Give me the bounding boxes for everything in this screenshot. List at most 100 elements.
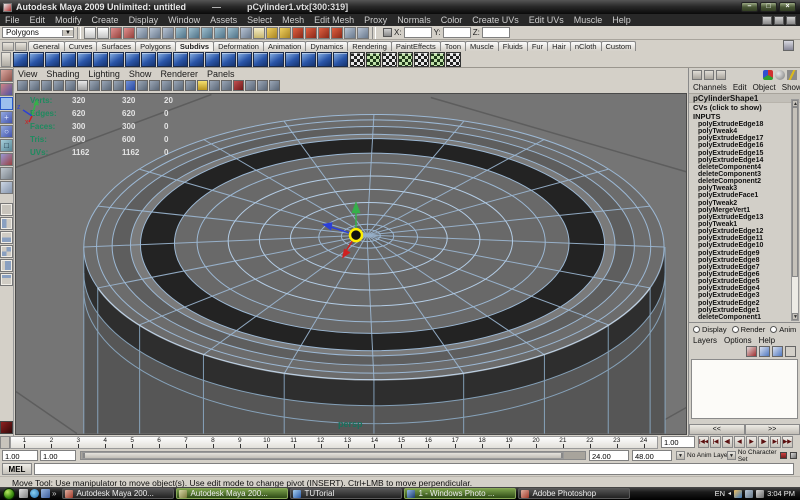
current-time-field[interactable]: 1.00 <box>661 436 695 448</box>
scroll-down-icon[interactable]: ▼ <box>792 313 798 320</box>
layer-menu-item[interactable]: Help <box>759 336 775 345</box>
rotate-tool[interactable]: ○ <box>0 125 13 138</box>
internet-explorer-icon[interactable] <box>41 489 50 498</box>
absolute-relative-toggle-icon[interactable] <box>383 28 392 37</box>
edit-layer-icon[interactable] <box>746 346 757 357</box>
two-pane-stacked-layout[interactable] <box>0 231 13 244</box>
textured-icon[interactable] <box>137 80 148 91</box>
history-node[interactable]: deleteComponent1 <box>689 314 791 321</box>
select-object-icon[interactable] <box>136 27 148 39</box>
history-node[interactable]: polyExtrudeEdge12 <box>689 228 791 235</box>
history-node[interactable]: polyExtrudeEdge15 <box>689 150 791 157</box>
panel-menu-item[interactable]: Panels <box>207 69 235 79</box>
shelf-menu-icon[interactable] <box>2 42 14 51</box>
poly-plane-icon[interactable] <box>77 52 92 67</box>
poly-soccer-ball-icon[interactable] <box>173 52 188 67</box>
render-flag-icon-4[interactable] <box>398 52 413 67</box>
channel-box-menu-item[interactable]: Edit <box>733 83 747 92</box>
new-layer-assign-icon[interactable] <box>785 346 796 357</box>
playback-start-field[interactable]: 1.00 <box>40 450 76 461</box>
quick-launch-chevron[interactable]: » <box>52 489 56 498</box>
shadows-icon[interactable] <box>161 80 172 91</box>
playback-end-field[interactable]: 24.00 <box>589 450 629 461</box>
image-plane-icon[interactable] <box>65 80 76 91</box>
shelf-tab[interactable]: Deformation <box>213 41 264 51</box>
frame-cell[interactable]: 1 <box>11 437 38 448</box>
history-node[interactable]: polyExtrudeEdge7 <box>689 264 791 271</box>
layer-mode-radio[interactable]: Display <box>693 325 727 334</box>
menu-item[interactable]: Color <box>436 15 468 25</box>
go-to-end-button[interactable]: ▶▶| <box>782 436 793 448</box>
menu-item[interactable]: Normals <box>392 15 436 25</box>
menu-item[interactable]: Edit Mesh <box>309 15 359 25</box>
poly-bridge-icon[interactable] <box>237 52 252 67</box>
taskbar-button[interactable]: Adobe Photoshop <box>518 488 630 499</box>
four-pane-layout[interactable] <box>0 245 13 258</box>
poly-helix-icon[interactable] <box>157 52 172 67</box>
poly-pipe-icon[interactable] <box>141 52 156 67</box>
bounding-box-icon[interactable] <box>125 80 136 91</box>
shelf-tab[interactable]: Hair <box>547 41 571 51</box>
character-set-dropdown[interactable]: ▼No Character Set <box>727 450 787 461</box>
history-node[interactable]: polyExtrudeEdge2 <box>689 300 791 307</box>
poly-reduce-icon[interactable] <box>333 52 348 67</box>
manip-colors-icon[interactable] <box>763 70 773 80</box>
poly-bevel-icon[interactable] <box>221 52 236 67</box>
history-node[interactable]: deleteComponent4 <box>689 164 791 171</box>
step-back-key-button[interactable]: ◀| <box>722 436 733 448</box>
new-empty-layer-icon[interactable] <box>772 346 783 357</box>
two-sided-lighting-icon[interactable] <box>77 80 88 91</box>
play-backwards-button[interactable]: ◀ <box>734 436 745 448</box>
shelf-tab[interactable]: Subdivs <box>175 41 214 51</box>
taskbar-button[interactable]: Autodesk Maya 200... <box>176 488 288 499</box>
frame-cell[interactable]: 4 <box>92 437 119 448</box>
highlight-selection-icon[interactable] <box>292 27 304 39</box>
poly-smooth-icon[interactable] <box>285 52 300 67</box>
save-scene-icon[interactable] <box>110 27 122 39</box>
snap-projected-center-icon[interactable] <box>201 27 213 39</box>
render-flag-icon-6[interactable] <box>430 52 445 67</box>
frame-cell[interactable]: 7 <box>173 437 200 448</box>
history-node[interactable]: polyTweak2 <box>689 200 791 207</box>
paint-select-tool[interactable] <box>0 97 13 110</box>
open-scene-icon[interactable] <box>97 27 109 39</box>
shelf-tab[interactable]: General <box>28 41 65 51</box>
render-flag-icon-7[interactable] <box>446 52 461 67</box>
panel-menu-item[interactable]: Renderer <box>160 69 198 79</box>
shelf-tab[interactable]: nCloth <box>570 41 602 51</box>
shelf-tab[interactable]: Surfaces <box>96 41 136 51</box>
frame-cell[interactable]: 17 <box>442 437 469 448</box>
frame-cell[interactable]: 6 <box>146 437 173 448</box>
universal-manipulator-tool[interactable] <box>0 153 13 166</box>
time-slider-cap[interactable] <box>0 436 10 449</box>
frame-cell[interactable]: 19 <box>496 437 523 448</box>
grease-pencil-icon[interactable] <box>269 80 280 91</box>
lasso-select-tool[interactable] <box>0 83 13 96</box>
history-node[interactable]: polyExtrudeEdge6 <box>689 271 791 278</box>
channel-box-menu-item[interactable]: Channels <box>693 83 727 92</box>
layer-menu-item[interactable]: Layers <box>693 336 717 345</box>
channel-box-menu-item[interactable]: Object <box>753 83 776 92</box>
cvs-toggle[interactable]: CVs (click to show) <box>689 103 800 112</box>
language-indicator[interactable]: EN <box>715 489 725 498</box>
quick-launch-icon-1[interactable] <box>19 489 28 498</box>
set-key-icon[interactable] <box>790 452 797 459</box>
select-camera-icon[interactable] <box>17 80 28 91</box>
menu-item[interactable]: Edit <box>25 15 51 25</box>
use-default-material-icon[interactable] <box>173 80 184 91</box>
tray-user-icon[interactable] <box>734 490 742 498</box>
y-input[interactable] <box>443 27 471 38</box>
layer-mode-radio[interactable]: Render <box>732 325 766 334</box>
persp-graph-layout[interactable] <box>0 273 13 286</box>
scale-tool[interactable]: □ <box>0 139 13 152</box>
tray-volume-icon[interactable] <box>756 490 764 498</box>
field-chart-icon[interactable] <box>221 80 232 91</box>
poly-torus-icon[interactable] <box>93 52 108 67</box>
xray-icon[interactable] <box>185 80 196 91</box>
manip-lightning-icon[interactable] <box>787 70 797 80</box>
menu-item[interactable]: Create <box>87 15 124 25</box>
clock[interactable]: 3:04 PM <box>767 489 795 498</box>
poly-mirror-icon[interactable] <box>301 52 316 67</box>
frame-cell[interactable]: 15 <box>388 437 415 448</box>
frame-cell[interactable]: 24 <box>630 437 657 448</box>
